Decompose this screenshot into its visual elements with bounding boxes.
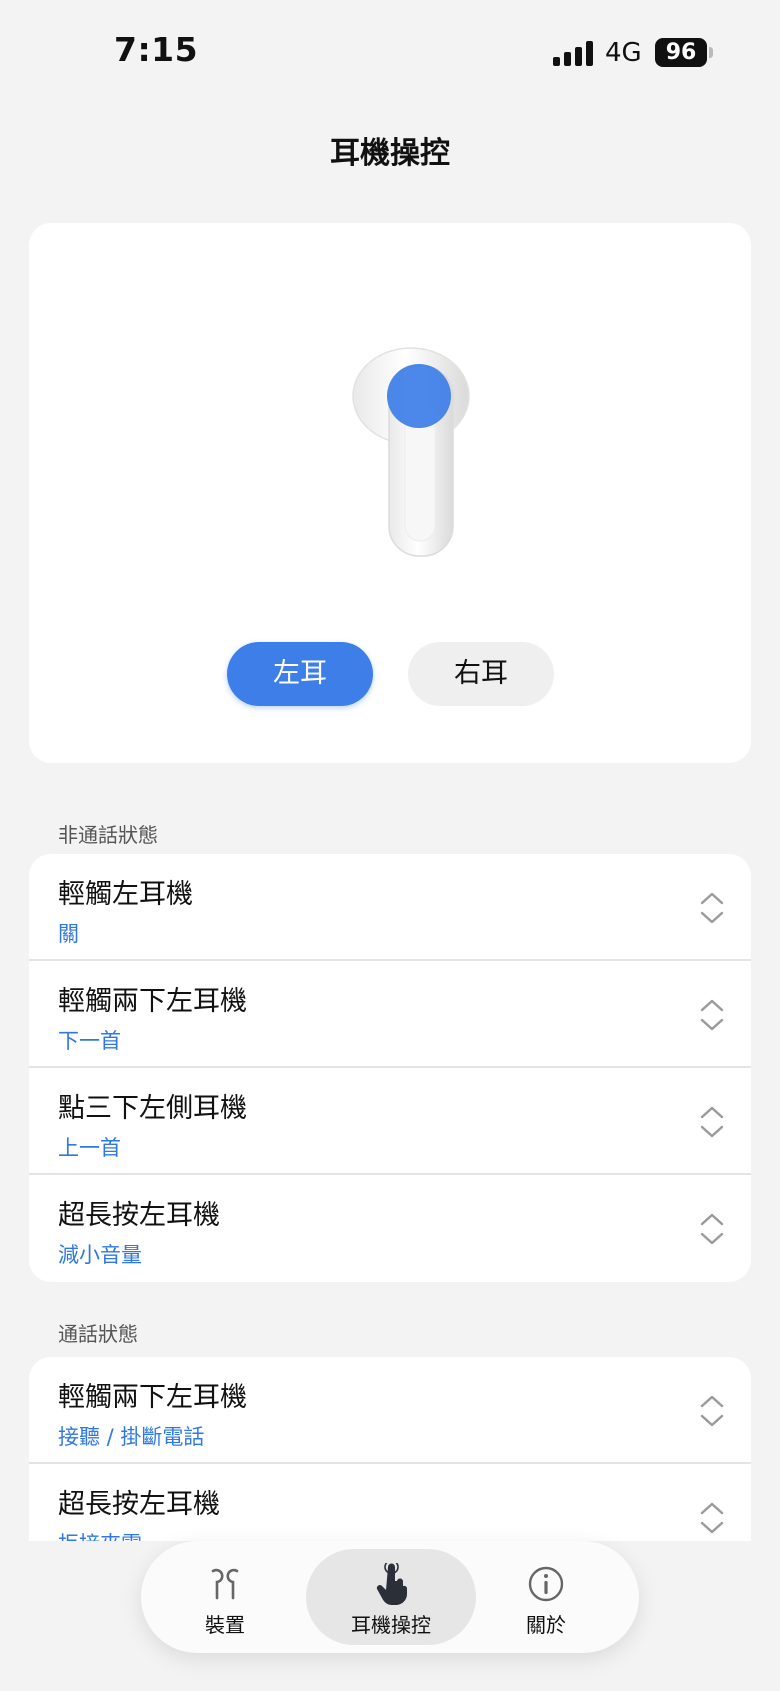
battery-icon: 96 [655, 38, 707, 67]
setting-title: 超長按左耳機 [58, 1489, 220, 1520]
setting-title: 點三下左側耳機 [58, 1093, 247, 1124]
earbuds-icon [211, 1568, 239, 1600]
setting-row-triple-tap[interactable]: 點三下左側耳機 上一首 [29, 1068, 751, 1175]
battery-tip [709, 47, 713, 58]
chevron-up-down-icon [700, 1502, 724, 1534]
setting-title: 輕觸兩下左耳機 [58, 1382, 247, 1413]
non-call-section-label: 非通話狀態 [58, 823, 158, 847]
nav-tab-controls[interactable]: 耳機操控 [306, 1549, 476, 1645]
chevron-up-down-icon [700, 892, 724, 924]
earbud-controls-screen: 7:15 4G 96 耳機操控 左耳 右耳 非通話狀態 輕觸左耳機 關 輕觸兩下… [0, 0, 780, 1691]
chevron-up-down-icon [700, 1395, 724, 1427]
setting-title: 超長按左耳機 [58, 1200, 220, 1231]
right-ear-button[interactable]: 右耳 [408, 642, 554, 706]
setting-row-call-double-tap[interactable]: 輕觸兩下左耳機 接聽 / 掛斷電話 [29, 1357, 751, 1464]
setting-value: 減小音量 [58, 1243, 142, 1267]
chevron-up-down-icon [700, 1213, 724, 1245]
setting-value: 拒接來電 [58, 1528, 142, 1541]
network-type: 4G [605, 38, 642, 68]
setting-value: 下一首 [58, 1029, 121, 1053]
status-time: 7:15 [114, 30, 199, 69]
setting-row-call-long-press[interactable]: 超長按左耳機 拒接來電 [29, 1464, 751, 1541]
nav-label: 關於 [526, 1613, 566, 1637]
setting-row-long-press[interactable]: 超長按左耳機 減小音量 [29, 1175, 751, 1282]
battery-level: 96 [665, 40, 697, 65]
chevron-up-down-icon [700, 1106, 724, 1138]
info-icon [528, 1566, 564, 1602]
bottom-nav: 裝置 耳機操控 關於 [141, 1541, 639, 1653]
setting-value: 關 [58, 922, 79, 946]
setting-value: 上一首 [58, 1136, 121, 1160]
nav-label: 耳機操控 [351, 1613, 431, 1637]
setting-title: 輕觸左耳機 [58, 879, 193, 910]
status-bar: 7:15 4G 96 [0, 0, 780, 110]
signal-icon [553, 40, 593, 66]
nav-label: 裝置 [205, 1613, 245, 1637]
setting-value: 接聽 / 掛斷電話 [58, 1425, 205, 1449]
setting-row-tap[interactable]: 輕觸左耳機 關 [29, 854, 751, 961]
call-section-label: 通話狀態 [58, 1322, 138, 1346]
setting-row-double-tap[interactable]: 輕觸兩下左耳機 下一首 [29, 961, 751, 1068]
non-call-settings-list: 輕觸左耳機 關 輕觸兩下左耳機 下一首 點三下左側耳機 上一首 超長按左耳機 減… [29, 854, 751, 1282]
setting-title: 輕觸兩下左耳機 [58, 986, 247, 1017]
chevron-up-down-icon [700, 999, 724, 1031]
left-ear-button[interactable]: 左耳 [227, 642, 373, 706]
page-title: 耳機操控 [330, 136, 450, 171]
earbud-card: 左耳 右耳 [29, 223, 751, 763]
nav-tab-devices[interactable]: 裝置 [175, 1541, 275, 1653]
tap-hand-icon [376, 1563, 407, 1605]
earbud-illustration [352, 347, 470, 557]
nav-tab-about[interactable]: 關於 [496, 1541, 596, 1653]
call-settings-list: 輕觸兩下左耳機 接聽 / 掛斷電話 超長按左耳機 拒接來電 [29, 1357, 751, 1541]
